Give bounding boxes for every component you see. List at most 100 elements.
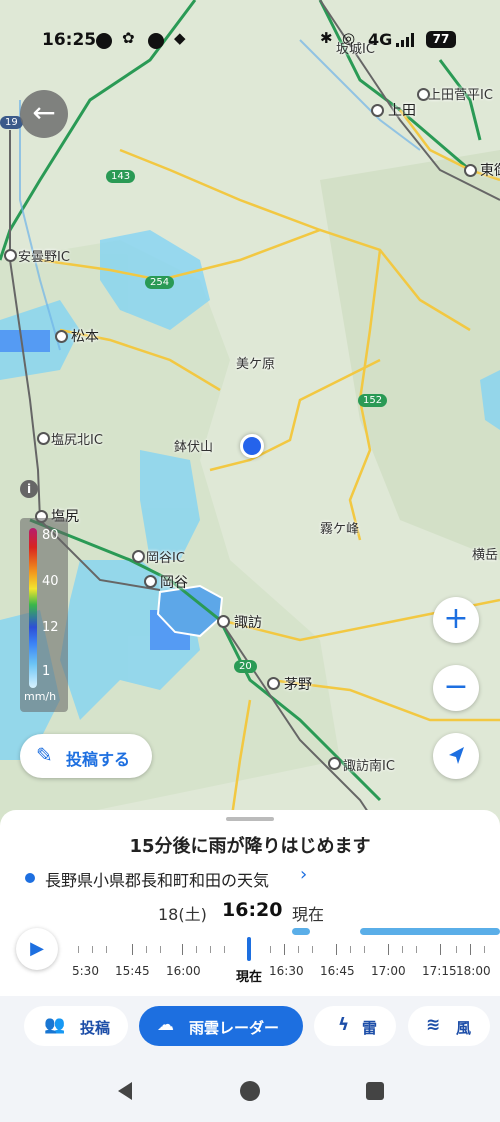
tab-lightning[interactable]: ϟ 雷 — [314, 1006, 396, 1046]
azumino-ic-pin — [4, 249, 17, 262]
people-icon: 👥 — [44, 1015, 66, 1035]
legend-value: 40 — [42, 574, 59, 589]
yokodake-label: 横岳 — [472, 548, 499, 563]
route-19-shield: 19 — [0, 116, 23, 129]
location-weather-link[interactable]: 長野県小県郡長和町和田の天気 — [45, 867, 269, 891]
chevron-right-icon[interactable]: › — [300, 864, 307, 885]
now-label: 現在 — [292, 905, 325, 924]
wind-icon: ≋ — [426, 1015, 441, 1035]
timeline-label: 16:00 — [166, 964, 201, 978]
rain-indicator-bar — [292, 928, 310, 935]
tab-wind[interactable]: ≋ 風 — [408, 1006, 490, 1046]
ueda-pin — [371, 104, 384, 117]
shiojiri-kita-ic-pin — [37, 432, 50, 445]
layer-tab-bar: 👥 投稿 ☁ 雨雲レーダー ϟ 雷 ≋ 風 — [0, 996, 500, 1058]
app-icon: ✿ — [122, 29, 135, 47]
my-location-button[interactable] — [433, 733, 479, 779]
azumino-ic-label: 安曇野IC — [18, 250, 70, 265]
info-icon[interactable]: i — [20, 480, 38, 498]
home-nav-icon[interactable] — [239, 1080, 261, 1102]
suwa-pin — [217, 615, 230, 628]
timeline-label: 16:45 — [320, 964, 355, 978]
tab-label: 雨雲レーダー — [189, 1019, 280, 1037]
route-143-shield: 143 — [106, 170, 136, 183]
current-location-marker — [240, 434, 264, 458]
tomi-pin — [464, 164, 477, 177]
timeline-label: 17:00 — [371, 964, 406, 978]
legend-value: 1 — [42, 664, 51, 679]
timeline-label: 17:15 — [422, 964, 457, 978]
timeline-label: 18:00 — [456, 964, 491, 978]
tab-label: 雷 — [362, 1019, 378, 1037]
navigation-arrow-icon — [449, 747, 464, 764]
tab-rain-radar[interactable]: ☁ 雨雲レーダー — [139, 1006, 303, 1046]
back-button[interactable]: ← — [20, 90, 68, 138]
location-dot-icon — [25, 873, 35, 883]
map-base — [0, 0, 500, 830]
recents-nav-icon[interactable] — [364, 1080, 386, 1102]
bluetooth-icon: ✱ — [320, 29, 333, 47]
network-type: 4G — [368, 30, 393, 49]
okaya-ic-label: 岡谷IC — [146, 551, 185, 566]
route-20-shield: 20 — [234, 660, 257, 673]
matsumoto-label: 松本 — [71, 329, 99, 345]
forecast-time: 16:20 — [222, 899, 283, 921]
legend-value: 80 — [42, 528, 59, 543]
back-nav-icon[interactable] — [114, 1080, 136, 1102]
legend-value: 12 — [42, 620, 59, 635]
forecast-date: 18(土) — [158, 905, 207, 924]
play-icon: ▶ — [30, 938, 44, 959]
status-time: 16:25 — [42, 30, 97, 50]
kirigamine-label: 霧ケ峰 — [320, 522, 360, 537]
okaya-label: 岡谷 — [160, 575, 188, 591]
ueda-sugadaira-ic-label: 上田菅平IC — [428, 88, 493, 103]
notification-icon — [148, 33, 164, 49]
timeline-slider[interactable] — [72, 942, 500, 962]
sheet-handle[interactable] — [226, 817, 274, 821]
battery-level: 77 — [426, 31, 456, 48]
route-254-shield: 254 — [145, 276, 175, 289]
system-nav-bar — [0, 1058, 500, 1122]
tab-label: 風 — [456, 1019, 472, 1037]
suwa-label: 諏訪 — [234, 615, 262, 631]
tomi-label: 東御 — [480, 163, 500, 179]
legend-color-bar — [29, 528, 37, 688]
rain-legend: 80 40 12 1 mm/h — [20, 518, 68, 712]
timeline-label: 5:30 — [72, 964, 99, 978]
route-152-shield: 152 — [358, 394, 388, 407]
zoom-in-button[interactable]: + — [433, 597, 479, 643]
chino-label: 茅野 — [284, 677, 312, 693]
chino-pin — [267, 677, 280, 690]
rain-forecast-headline: 15分後に雨が降りはじめます — [129, 836, 371, 857]
timeline-label: 16:30 — [269, 964, 304, 978]
zoom-out-button[interactable]: − — [433, 665, 479, 711]
hachibuseyama-label: 鉢伏山 — [174, 440, 214, 455]
signal-icon — [396, 33, 414, 47]
okaya-ic-pin — [132, 550, 145, 563]
ueda-label: 上田 — [388, 103, 416, 119]
tab-label: 投稿 — [80, 1019, 111, 1037]
notification-icon — [96, 33, 112, 49]
post-bubble-icon: ✎ — [36, 743, 53, 767]
suwa-minami-ic-label: 諏訪南IC — [343, 759, 395, 774]
rain-cloud-icon: ☁ — [157, 1015, 174, 1035]
play-button[interactable]: ▶ — [16, 928, 58, 970]
post-button-label: 投稿する — [66, 750, 131, 769]
shiojiri-kita-ic-label: 塩尻北IC — [51, 433, 103, 448]
hotspot-icon: ◎ — [342, 29, 356, 47]
lightning-icon: ϟ — [338, 1015, 350, 1035]
status-bar: 16:25 ✿ ◆ ✱ ◎ 4G 77 — [0, 26, 500, 56]
rain-indicator-bar — [360, 928, 500, 935]
arrow-left-icon: ← — [32, 96, 56, 129]
timeline-label-now: 現在 — [236, 970, 263, 985]
timeline-label: 15:45 — [115, 964, 150, 978]
cat-icon: ◆ — [174, 29, 186, 47]
matsumoto-pin — [55, 330, 68, 343]
timeline-cursor[interactable] — [247, 937, 251, 961]
tab-post[interactable]: 👥 投稿 — [24, 1006, 128, 1046]
post-button[interactable]: ✎ 投稿する — [20, 734, 152, 778]
suwa-minami-ic-pin — [328, 757, 341, 770]
legend-unit: mm/h — [24, 690, 57, 703]
utsukushigahara-label: 美ケ原 — [236, 357, 276, 372]
radar-map[interactable]: 坂城IC 上田菅平IC 上田 東御 安曇野IC 松本 美ケ原 塩尻北IC 鉢伏山… — [0, 0, 500, 830]
